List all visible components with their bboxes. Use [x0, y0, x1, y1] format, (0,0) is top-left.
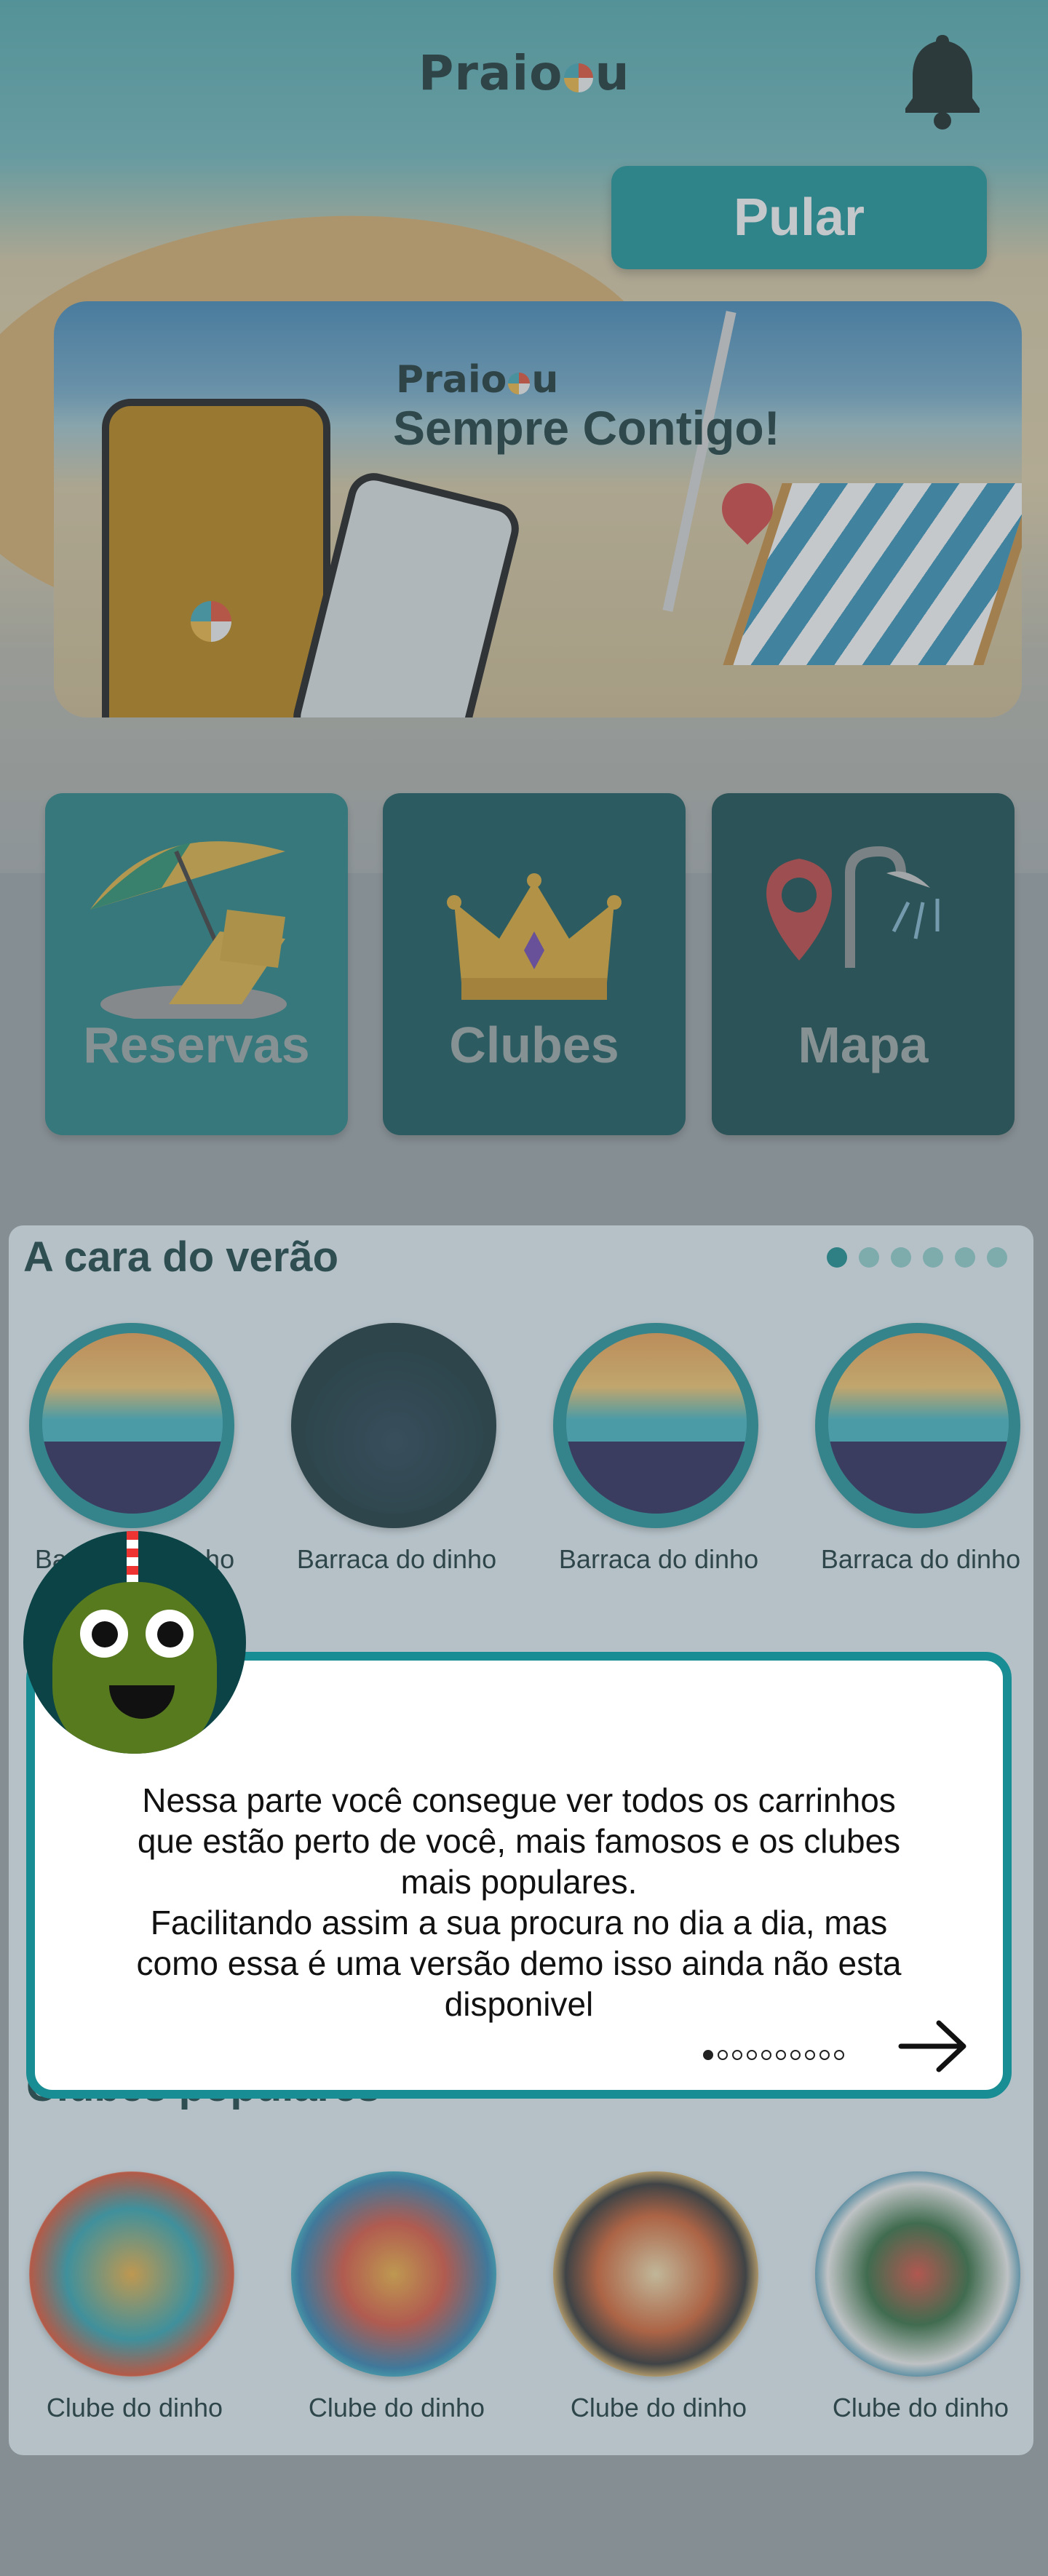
step-dot [703, 2050, 713, 2060]
mascot-face [52, 1582, 217, 1754]
step-dot [790, 2050, 801, 2060]
tutorial-line: Nessa parte você consegue ver todos os c… [142, 1781, 896, 1819]
tutorial-line: Facilitando assim a sua procura no dia a… [150, 1904, 888, 1941]
straw [127, 1531, 138, 1589]
tutorial-line: mais populares. [400, 1863, 638, 1901]
mascot-avatar [23, 1531, 246, 1754]
mascot-eye [80, 1610, 128, 1658]
step-dot [805, 2050, 815, 2060]
tutorial-step-dots [703, 2049, 849, 2063]
step-dot [834, 2050, 844, 2060]
step-dot [747, 2050, 757, 2060]
mascot-eye [146, 1610, 194, 1658]
next-arrow-icon[interactable] [898, 2017, 968, 2075]
step-dot [718, 2050, 728, 2060]
step-dot [776, 2050, 786, 2060]
tutorial-dim-overlay [0, 0, 1048, 2576]
step-dot [761, 2050, 771, 2060]
tutorial-text: Nessa parte você consegue ver todos os c… [64, 1780, 974, 2024]
tutorial-line: como essa é uma versão demo isso ainda n… [136, 1944, 902, 1982]
tutorial-line: disponivel [444, 1985, 594, 2023]
step-dot [819, 2050, 830, 2060]
tutorial-line: que estão perto de você, mais famosos e … [137, 1822, 901, 1860]
step-dot [732, 2050, 742, 2060]
